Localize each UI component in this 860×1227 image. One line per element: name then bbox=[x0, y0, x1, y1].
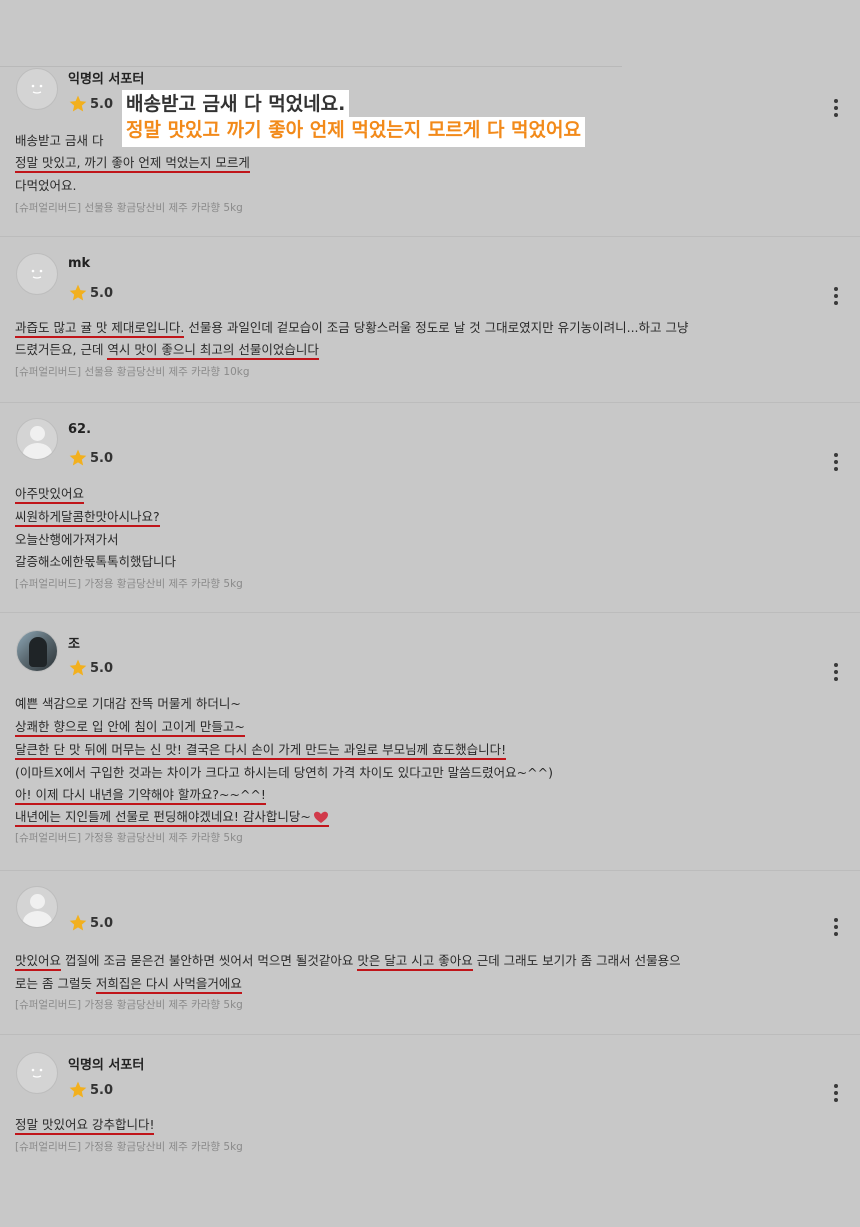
review-text-line: 갈증해소에한몫톡톡히했답니다 bbox=[15, 554, 177, 569]
caption-overlay-line2: 정말 맛있고 까기 좋아 언제 먹었는지 모르게 다 먹었어요 bbox=[122, 117, 585, 147]
divider bbox=[0, 870, 860, 871]
caption-overlay-line1: 배송받고 금새 다 먹었네요. bbox=[122, 90, 350, 117]
anonymous-face-icon bbox=[31, 269, 43, 279]
review-text-line: 로는 좀 그럴듯 저희집은 다시 사먹을거에요 bbox=[15, 974, 242, 994]
divider bbox=[0, 612, 860, 613]
rating-value: 5.0 bbox=[90, 1082, 114, 1098]
profile-photo-avatar[interactable] bbox=[16, 630, 58, 672]
highlight-underline: 상쾌한 향으로 입 안에 침이 고이게 만들고~ bbox=[15, 719, 245, 737]
divider bbox=[0, 402, 860, 403]
review-text-line: 달큰한 단 맛 뒤에 머무는 신 맛! 결국은 다시 손이 가게 만드는 과일로… bbox=[15, 740, 507, 760]
anonymous-avatar[interactable] bbox=[16, 1052, 58, 1094]
highlight-underline: 씨원하게달콤한맛아시나요? bbox=[15, 509, 160, 527]
product-option: [슈퍼얼리버드] 선물용 황금당산비 제주 카라향 5kg bbox=[15, 202, 243, 214]
highlight-underline: 정말 맛있고, 까기 좋아 언제 먹었는지 모르게 bbox=[15, 155, 250, 173]
review-text-line: 아! 이제 다시 내년을 기약해야 할까요?~~^^! bbox=[15, 785, 266, 805]
review-text-line: 다먹었어요. bbox=[15, 178, 77, 193]
more-options-icon[interactable] bbox=[834, 453, 838, 471]
review-text-line: 상쾌한 향으로 입 안에 침이 고이게 만들고~ bbox=[15, 717, 245, 737]
default-avatar[interactable] bbox=[16, 418, 58, 460]
star-icon bbox=[69, 95, 87, 112]
highlight-underline: 맛은 달고 시고 좋아요 bbox=[357, 953, 473, 971]
review-text-line: 내년에는 지인들께 선물로 펀딩해야겠네요! 감사합니당~ bbox=[15, 807, 329, 827]
reviewer-name: mk bbox=[68, 256, 91, 271]
more-options-icon[interactable] bbox=[834, 1084, 838, 1102]
rating-value: 5.0 bbox=[90, 915, 114, 931]
review-text-line: (이마트X에서 구입한 것과는 차이가 크다고 하시는데 당연히 가격 차이도 … bbox=[15, 765, 553, 780]
top-divider bbox=[0, 66, 622, 67]
heart-icon bbox=[313, 811, 328, 823]
more-options-icon[interactable] bbox=[834, 918, 838, 936]
star-icon bbox=[69, 449, 87, 466]
rating-value: 5.0 bbox=[90, 285, 114, 301]
highlight-underline: 저희집은 다시 사먹을거에요 bbox=[95, 976, 242, 994]
rating: 5.0 bbox=[68, 94, 113, 114]
rating: 5.0 bbox=[68, 913, 113, 933]
highlight-underline: 내년에는 지인들께 선물로 펀딩해야겠네요! 감사합니당~ bbox=[15, 809, 329, 827]
more-options-icon[interactable] bbox=[834, 663, 838, 681]
reviewer-name: 62. bbox=[68, 422, 92, 437]
reviewer-name: 조 bbox=[68, 637, 80, 652]
product-option: [슈퍼얼리버드] 선물용 황금당산비 제주 카라향 10kg bbox=[15, 366, 250, 378]
rating-value: 5.0 bbox=[90, 660, 114, 676]
review-text-line: 드렸거든요, 근데 역시 맛이 좋으니 최고의 선물이었습니다 bbox=[15, 340, 319, 360]
product-option: [슈퍼얼리버드] 가정용 황금당산비 제주 카라향 5kg bbox=[15, 1141, 243, 1153]
rating: 5.0 bbox=[68, 1080, 113, 1100]
star-icon bbox=[69, 659, 87, 676]
rating: 5.0 bbox=[68, 658, 113, 678]
highlight-underline: 역시 맛이 좋으니 최고의 선물이었습니다 bbox=[107, 342, 319, 360]
rating: 5.0 bbox=[68, 283, 113, 303]
highlight-underline: 아! 이제 다시 내년을 기약해야 할까요?~~^^! bbox=[15, 787, 266, 805]
review-text-line: 정말 맛있어요 강추합니다! bbox=[15, 1115, 155, 1135]
star-icon bbox=[69, 284, 87, 301]
reviewer-name: 익명의 서포터 bbox=[68, 1058, 145, 1073]
product-option: [슈퍼얼리버드] 가정용 황금당산비 제주 카라향 5kg bbox=[15, 832, 243, 844]
star-icon bbox=[69, 914, 87, 931]
review-text-line: 정말 맛있고, 까기 좋아 언제 먹었는지 모르게 bbox=[15, 153, 250, 173]
highlight-underline: 달큰한 단 맛 뒤에 머무는 신 맛! 결국은 다시 손이 가게 만드는 과일로… bbox=[15, 742, 507, 760]
divider bbox=[0, 236, 860, 237]
highlight-underline: 과즙도 많고 귤 맛 제대로입니다. bbox=[15, 320, 185, 338]
default-avatar-icon bbox=[30, 894, 45, 909]
review-text-line: 씨원하게달콤한맛아시나요? bbox=[15, 507, 160, 527]
review-text-line: 오늘산행에가져가서 bbox=[15, 532, 119, 547]
anonymous-avatar[interactable] bbox=[16, 68, 58, 110]
reviewer-name: 익명의 서포터 bbox=[68, 72, 145, 87]
more-options-icon[interactable] bbox=[834, 99, 838, 117]
anonymous-face-icon bbox=[31, 84, 43, 94]
rating-value: 5.0 bbox=[90, 96, 114, 112]
default-avatar-icon bbox=[30, 426, 45, 441]
review-text-line: 배송받고 금새 다 bbox=[15, 133, 104, 148]
anonymous-avatar[interactable] bbox=[16, 253, 58, 295]
star-icon bbox=[69, 1081, 87, 1098]
highlight-underline: 아주맛있어요 bbox=[15, 486, 85, 504]
product-option: [슈퍼얼리버드] 가정용 황금당산비 제주 카라향 5kg bbox=[15, 999, 243, 1011]
review-text-line: 과즙도 많고 귤 맛 제대로입니다. 선물용 과일인데 겉모습이 조금 당황스러… bbox=[15, 318, 689, 338]
anonymous-face-icon bbox=[31, 1068, 43, 1078]
product-option: [슈퍼얼리버드] 가정용 황금당산비 제주 카라향 5kg bbox=[15, 578, 243, 590]
highlight-underline: 정말 맛있어요 강추합니다! bbox=[15, 1117, 155, 1135]
rating: 5.0 bbox=[68, 448, 113, 468]
highlight-underline: 맛있어요 bbox=[15, 953, 62, 971]
review-text-line: 맛있어요 껍질에 조금 묻은건 불안하면 씻어서 먹으면 될것같아요 맛은 달고… bbox=[15, 951, 681, 971]
more-options-icon[interactable] bbox=[834, 287, 838, 305]
rating-value: 5.0 bbox=[90, 450, 114, 466]
review-text-line: 예쁜 색감으로 기대감 잔뜩 머물게 하더니~ bbox=[15, 696, 241, 711]
review-text-line: 아주맛있어요 bbox=[15, 484, 85, 504]
default-avatar[interactable] bbox=[16, 886, 58, 928]
divider bbox=[0, 1034, 860, 1035]
